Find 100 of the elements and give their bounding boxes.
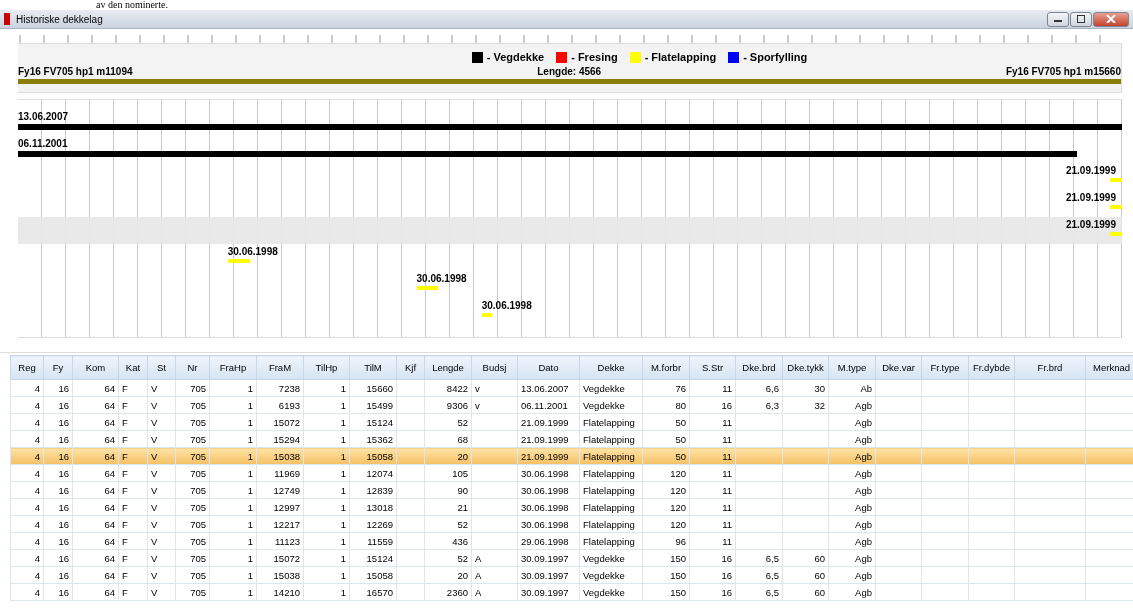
table-cell: 11	[722, 501, 732, 513]
table-cell: V	[151, 382, 158, 394]
table-cell: 14210	[273, 586, 300, 598]
road-end-label: Fy16 FV705 hp1 m15660	[1005, 66, 1121, 77]
table-cell: 11	[722, 416, 732, 428]
table-row[interactable]: 4 16 64 F V 705 1 15072 1 15124 52 21.09.1999 Flatelapping 50 11 Agb	[10, 413, 1133, 431]
table-cell: 705	[190, 518, 206, 530]
column-header[interactable]: Budsj	[471, 355, 518, 380]
road-start-label: Fy16 FV705 hp1 m11094	[18, 66, 133, 77]
table-cell: 12217	[273, 518, 300, 530]
layer-bar[interactable]	[1109, 178, 1122, 182]
layer-bar[interactable]	[18, 151, 1077, 157]
table-cell: 21	[457, 501, 468, 513]
table-cell: 705	[190, 399, 206, 411]
minimize-button[interactable]	[1047, 11, 1069, 27]
table-cell: 64	[104, 552, 115, 564]
column-header[interactable]: FraM	[256, 355, 304, 380]
table-row[interactable]: 4 16 64 F V 705 1 15072 1 15124 52 A 30.09.1997 Vegdekke 150 16 6,5 60 Agb	[10, 549, 1133, 567]
layer-date: 21.09.1999	[1065, 219, 1116, 230]
column-header[interactable]: Dke.brd	[735, 355, 783, 380]
table-row[interactable]: 4 16 64 F V 705 1 11123 1 11559 436 29.06.1998 Flatelapping 96 11 Agb	[10, 532, 1133, 550]
table-row[interactable]: 4 16 64 F V 705 1 15038 1 15058 20 A 30.09.1997 Vegdekke 150 16 6,5 60 Agb	[10, 566, 1133, 584]
column-header[interactable]: Fr.dybde	[968, 355, 1015, 380]
table-cell: 15058	[366, 450, 393, 462]
table-cell: Agb	[855, 501, 872, 513]
column-header[interactable]: Kjf	[396, 355, 425, 380]
table-cell: 705	[190, 433, 206, 445]
table-cell: F	[122, 484, 128, 496]
column-header[interactable]: Dke.var	[875, 355, 922, 380]
column-header[interactable]: Lengde	[424, 355, 472, 380]
column-header[interactable]: Reg	[10, 355, 44, 380]
column-header[interactable]: TilHp	[303, 355, 350, 380]
table-cell: Agb	[855, 484, 872, 496]
column-header[interactable]: Merknad	[1085, 355, 1133, 380]
maximize-button[interactable]	[1070, 11, 1092, 27]
table-cell: 15124	[366, 416, 393, 428]
table-cell: F	[122, 501, 128, 513]
table-row[interactable]: 4 16 64 F V 705 1 7238 1 15660 8422 v 13.06.2007 Vegdekke 76 11 6,6 30 Ab	[10, 379, 1133, 397]
column-header[interactable]: Dato	[517, 355, 580, 380]
column-header[interactable]: FraHp	[209, 355, 257, 380]
column-header[interactable]: M.type	[828, 355, 876, 380]
table-cell: 2360	[446, 586, 468, 598]
table-cell: 1	[340, 518, 346, 530]
table-cell: 16570	[366, 586, 393, 598]
table-cell: V	[151, 467, 158, 479]
table-cell: 12269	[366, 518, 393, 530]
table-cell: 60	[814, 552, 825, 564]
column-header[interactable]: Nr	[175, 355, 210, 380]
column-header[interactable]: TilM	[349, 355, 397, 380]
column-header[interactable]: Kat	[118, 355, 148, 380]
table-row[interactable]: 4 16 64 F V 705 1 11969 1 12074 105 30.06.1998 Flatelapping 120 11 Agb	[10, 464, 1133, 482]
layer-bar[interactable]	[227, 259, 250, 263]
table-cell: 11	[722, 518, 732, 530]
table-cell: V	[151, 484, 158, 496]
column-header[interactable]: Dke.tykk	[782, 355, 829, 380]
table-cell: 150	[670, 569, 686, 581]
table-cell: 4	[34, 467, 40, 479]
table-cell: 30.09.1997	[521, 569, 569, 581]
layer-bar[interactable]	[416, 286, 438, 290]
table-cell: 705	[190, 416, 206, 428]
app-icon	[4, 13, 10, 25]
table-row[interactable]: 4 16 64 F V 705 1 12217 1 12269 52 30.06.1998 Flatelapping 120 11 Agb	[10, 515, 1133, 533]
table-row[interactable]: 4 16 64 F V 705 1 12997 1 13018 21 30.06.1998 Flatelapping 120 11 Agb	[10, 498, 1133, 516]
column-header[interactable]: Fy	[43, 355, 73, 380]
table-row[interactable]: 4 16 64 F V 705 1 6193 1 15499 9306 v 06.11.2001 Vegdekke 80 16 6,3 32 Agb	[10, 396, 1133, 414]
table-row[interactable]: 4 16 64 F V 705 1 15038 1 15058 20 21.09.1999 Flatelapping 50 11 Agb	[10, 447, 1133, 465]
column-header[interactable]: M.forbr	[642, 355, 690, 380]
column-header[interactable]: St	[147, 355, 176, 380]
table-row[interactable]: 4 16 64 F V 705 1 15294 1 15362 68 21.09.1999 Flatelapping 50 11 Agb	[10, 430, 1133, 448]
table-cell: 15294	[273, 433, 300, 445]
table-cell: 16	[58, 382, 69, 394]
table-cell: 1	[247, 518, 253, 530]
table-cell: 11123	[275, 535, 300, 547]
table-cell: 64	[104, 518, 115, 530]
table-cell: F	[122, 382, 128, 394]
table-cell: 1	[247, 569, 253, 581]
table-row[interactable]: 4 16 64 F V 705 1 12749 1 12839 90 30.06.1998 Flatelapping 120 11 Agb	[10, 481, 1133, 499]
layer-bar[interactable]	[18, 124, 1122, 130]
column-header[interactable]: Fr.brd	[1014, 355, 1086, 380]
table-cell: 4	[34, 416, 40, 428]
layer-bar[interactable]	[1109, 232, 1122, 236]
table-cell: 1	[247, 586, 253, 598]
layer-bar[interactable]	[1109, 205, 1122, 209]
table-cell: 705	[190, 552, 206, 564]
layer-bar[interactable]	[481, 313, 492, 317]
column-header[interactable]: Fr.type	[921, 355, 969, 380]
column-header[interactable]: S.Str	[689, 355, 736, 380]
table-cell: 64	[104, 535, 115, 547]
table-row[interactable]: 4 16 64 F V 705 1 14210 1 16570 2360 A 30.09.1997 Vegdekke 150 16 6,5 60 Agb	[10, 583, 1133, 601]
table-cell: 76	[675, 382, 686, 394]
table-cell: Flatelapping	[583, 501, 635, 513]
column-header[interactable]: Dekke	[579, 355, 643, 380]
close-button[interactable]	[1093, 11, 1129, 27]
table-cell: 16	[58, 467, 69, 479]
table-cell: 12749	[273, 484, 300, 496]
table-cell: 52	[457, 518, 468, 530]
table-cell: 12839	[366, 484, 393, 496]
table-cell: Flatelapping	[583, 450, 635, 462]
table-cell: 120	[670, 518, 686, 530]
column-header[interactable]: Kom	[72, 355, 119, 380]
